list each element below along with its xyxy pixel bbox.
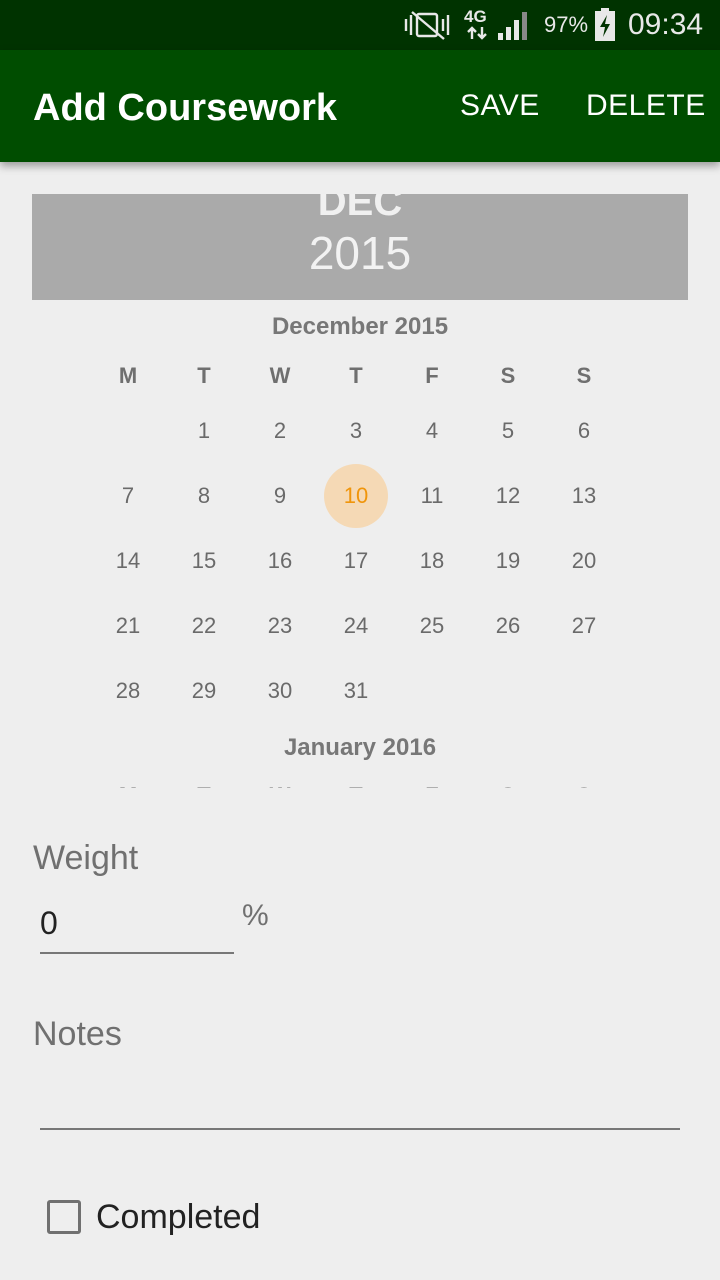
calendar-day[interactable]: 14 (96, 529, 160, 593)
weekday-header: S (576, 363, 592, 388)
calendar-day[interactable]: 13 (552, 464, 616, 528)
calendar-day[interactable]: 28 (96, 659, 160, 723)
battery-percentage: 97% (544, 12, 589, 37)
notes-label: Notes (33, 1015, 122, 1053)
next-month-weekday-header: T (166, 784, 242, 789)
calendar-day[interactable]: 25 (400, 594, 464, 658)
month-title: December 2015 (271, 313, 449, 340)
calendar-day[interactable]: 30 (248, 659, 312, 723)
next-month-weekday-header: S (470, 784, 546, 789)
app-bar: Add Coursework SAVE DELETE (0, 50, 720, 162)
next-month-weekday-header: M (90, 784, 166, 789)
calendar-day[interactable]: 4 (400, 399, 464, 463)
calendar-day[interactable]: 5 (476, 399, 540, 463)
calendar-day[interactable]: 21 (96, 594, 160, 658)
data-arrows-icon (467, 26, 487, 40)
calendar-day[interactable]: 12 (476, 464, 540, 528)
calendar-day[interactable]: 2 (248, 399, 312, 463)
battery-charging-icon (595, 8, 615, 41)
calendar-day[interactable]: 29 (172, 659, 236, 723)
calendar-grid[interactable]: December 2015 January 2016 MMTTWWTTFFSSS… (32, 300, 688, 788)
calendar-day[interactable]: 24 (324, 594, 388, 658)
weekday-header: S (500, 363, 516, 388)
calendar-day[interactable]: 7 (96, 464, 160, 528)
calendar-day[interactable]: 1 (172, 399, 236, 463)
header-month[interactable]: DEC (32, 194, 688, 224)
completed-label[interactable]: Completed (96, 1197, 260, 1237)
calendar-day[interactable]: 19 (476, 529, 540, 593)
next-month-weekday-header: F (394, 784, 470, 789)
calendar-day[interactable]: 20 (552, 529, 616, 593)
save-button[interactable]: SAVE (460, 88, 540, 124)
page-title: Add Coursework (33, 87, 338, 129)
calendar-day[interactable]: 9 (248, 464, 312, 528)
clock: 09:34 (628, 8, 704, 41)
weekday-header: M (118, 363, 138, 388)
weight-input[interactable] (40, 894, 234, 954)
next-month-weekday-header: W (242, 784, 318, 789)
calendar-day[interactable]: 22 (172, 594, 236, 658)
weekday-header: T (349, 363, 363, 388)
header-year[interactable]: 2015 (32, 228, 688, 278)
calendar-day[interactable]: 8 (172, 464, 236, 528)
calendar-day[interactable]: 11 (400, 464, 464, 528)
weekday-header: W (269, 363, 291, 388)
next-month-title: January 2016 (283, 734, 437, 761)
date-picker-header: DEC 2015 (32, 194, 688, 300)
calendar-day[interactable]: 18 (400, 529, 464, 593)
weight-label: Weight (33, 839, 139, 877)
calendar-day[interactable]: 26 (476, 594, 540, 658)
completed-checkbox[interactable] (47, 1200, 81, 1234)
calendar-day[interactable]: 6 (552, 399, 616, 463)
notes-input[interactable] (40, 1074, 680, 1130)
calendar-day[interactable]: 31 (324, 659, 388, 723)
weekday-header: F (425, 363, 439, 388)
next-month-weekday-header: S (546, 784, 622, 789)
signal-icon (498, 12, 527, 40)
mute-icon (404, 11, 450, 40)
delete-button[interactable]: DELETE (586, 88, 706, 124)
percent-unit: % (242, 899, 269, 932)
calendar-day[interactable]: 17 (324, 529, 388, 593)
network-type-label: 4G (464, 7, 487, 26)
status-bar: 4G 97% 09:34 (0, 0, 720, 50)
calendar-day[interactable]: 16 (248, 529, 312, 593)
calendar-day[interactable]: 23 (248, 594, 312, 658)
next-month-weekday-header: T (318, 784, 394, 789)
weekday-header: T (197, 363, 211, 388)
calendar-day[interactable]: 3 (324, 399, 388, 463)
selected-day[interactable]: 10 (324, 464, 388, 528)
calendar-day[interactable]: 15 (172, 529, 236, 593)
calendar-day[interactable]: 27 (552, 594, 616, 658)
